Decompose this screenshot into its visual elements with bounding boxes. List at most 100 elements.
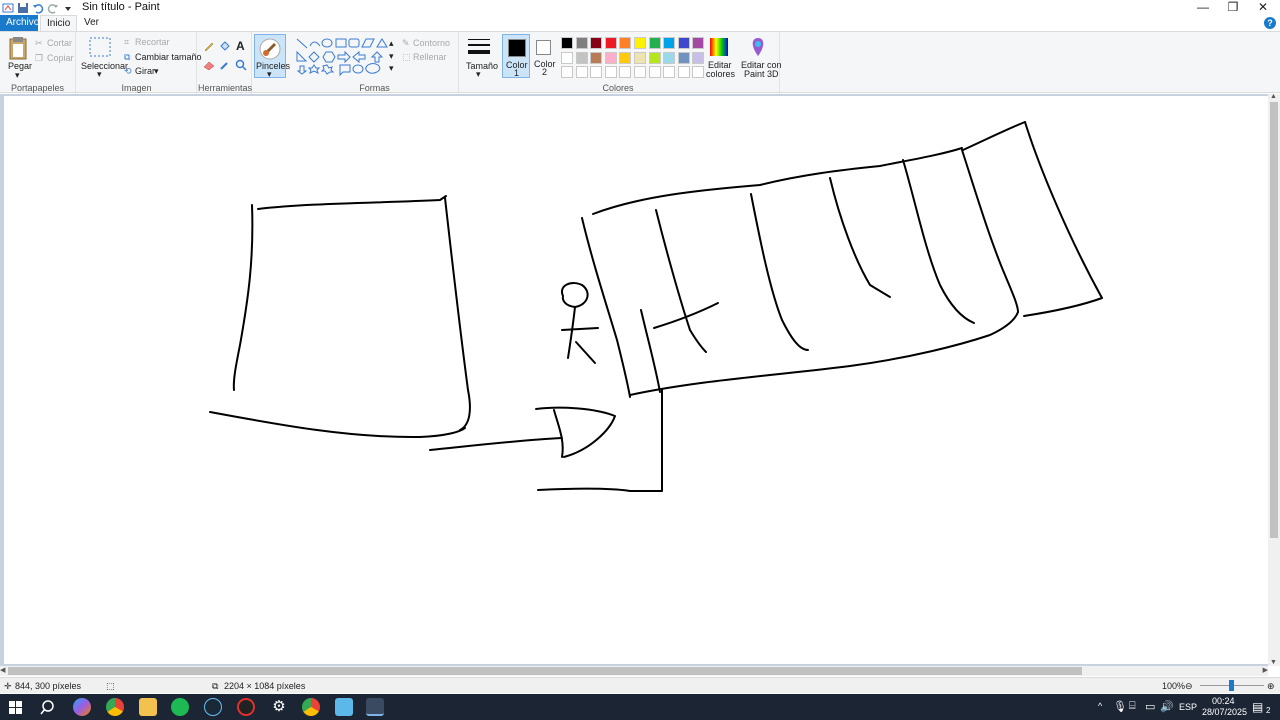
rotate-dropdown-icon[interactable]: ▾ — [154, 66, 159, 77]
palette-swatch[interactable] — [575, 51, 588, 64]
palette-swatch[interactable] — [604, 66, 617, 78]
search-icon[interactable] — [40, 700, 55, 715]
text-icon[interactable]: A — [236, 39, 245, 53]
vertical-scroll-thumb[interactable] — [1270, 102, 1278, 538]
scroll-left-icon[interactable]: ◀ — [0, 666, 5, 674]
scroll-right-icon[interactable]: ▶ — [1263, 666, 1268, 674]
settings-icon[interactable]: ⚙ — [270, 698, 288, 716]
palette-swatch[interactable] — [648, 51, 661, 64]
paste-button[interactable]: Pegar — [8, 61, 32, 71]
scroll-up-icon[interactable]: ▲ — [1270, 93, 1277, 100]
palette-swatch[interactable] — [561, 37, 573, 49]
horizontal-scroll-thumb[interactable] — [8, 667, 1082, 675]
windows-start-icon[interactable] — [9, 701, 22, 714]
save-icon[interactable] — [17, 2, 29, 14]
network-icon[interactable]: ⌸ — [1129, 700, 1136, 713]
drawing-canvas[interactable] — [4, 96, 1268, 664]
chrome-profile-icon[interactable] — [302, 698, 320, 716]
resize-button[interactable]: Cambiar tamaño — [135, 52, 202, 62]
paint-icon[interactable] — [366, 698, 384, 716]
restore-icon[interactable]: ❐ — [1218, 0, 1248, 15]
eraser-icon[interactable] — [203, 59, 215, 71]
palette-swatch[interactable] — [634, 66, 646, 78]
magnifier-icon[interactable] — [235, 59, 247, 71]
copilot-icon[interactable] — [73, 698, 91, 716]
palette-swatch[interactable] — [677, 37, 690, 49]
outline-button[interactable]: Contorno — [413, 38, 450, 48]
volume-icon[interactable]: 🔊 — [1160, 700, 1174, 713]
clock-time[interactable]: 00:24 — [1212, 696, 1235, 706]
palette-swatch[interactable] — [634, 37, 646, 49]
palette-swatch[interactable] — [677, 51, 690, 64]
palette-swatch[interactable] — [619, 37, 632, 49]
minimize-icon[interactable]: — — [1188, 0, 1218, 15]
steam-icon[interactable] — [204, 698, 222, 716]
palette-swatch[interactable] — [575, 66, 588, 78]
palette-swatch[interactable] — [663, 51, 676, 64]
paste-dropdown-icon[interactable]: ▾ — [15, 70, 20, 81]
palette-swatch[interactable] — [692, 51, 705, 64]
palette-swatch[interactable] — [575, 37, 588, 49]
scroll-down-icon[interactable]: ▼ — [1270, 659, 1277, 666]
palette-swatch[interactable] — [648, 37, 661, 49]
shapes-scroll-up-icon[interactable]: ▴ — [389, 38, 394, 49]
horizontal-scrollbar[interactable]: ◀ ▶ — [0, 666, 1268, 676]
customize-icon[interactable] — [62, 2, 74, 14]
palette-swatch[interactable] — [619, 66, 632, 78]
undo-icon[interactable] — [32, 2, 44, 14]
tab-ver[interactable]: Ver — [78, 15, 105, 31]
palette-swatch[interactable] — [634, 51, 646, 64]
palette-swatch[interactable] — [590, 66, 603, 78]
palette-swatch[interactable] — [590, 37, 603, 49]
palette-swatch[interactable] — [604, 51, 617, 64]
color-picker-icon[interactable] — [219, 59, 231, 71]
copy-button[interactable]: Copiar — [47, 53, 74, 63]
zoom-slider-thumb[interactable] — [1229, 680, 1234, 691]
palette-swatch[interactable] — [663, 37, 676, 49]
palette-swatch[interactable] — [561, 51, 573, 64]
palette-swatch[interactable] — [604, 37, 617, 49]
palette-swatch[interactable] — [663, 66, 676, 78]
crop-button[interactable]: Recortar — [135, 37, 170, 47]
palette-swatch[interactable] — [648, 66, 661, 78]
rotate-button[interactable]: Girar — [135, 66, 155, 76]
spotify-icon[interactable] — [171, 698, 189, 716]
fill-icon[interactable] — [219, 40, 231, 52]
pencil-icon[interactable] — [203, 40, 215, 52]
select-dropdown-icon[interactable]: ▾ — [97, 69, 102, 80]
notifications-icon[interactable]: ▤ — [1252, 700, 1263, 714]
palette-swatch[interactable] — [619, 51, 632, 64]
tray-overflow-icon[interactable]: ^ — [1098, 701, 1102, 711]
size-dropdown-icon[interactable]: ▾ — [476, 69, 481, 80]
help-icon[interactable]: ? — [1264, 17, 1276, 29]
color2-button[interactable]: Color 2 — [532, 34, 558, 78]
palette-swatch[interactable] — [692, 37, 705, 49]
app-icon[interactable] — [237, 698, 255, 716]
select-button[interactable]: Seleccionar — [81, 61, 128, 71]
shapes-more-icon[interactable]: ▾ — [389, 63, 394, 74]
redo-icon[interactable] — [47, 2, 59, 14]
file-explorer-icon[interactable] — [139, 698, 157, 716]
clock-date[interactable]: 28/07/2025 — [1202, 707, 1247, 717]
shapes-gallery[interactable] — [296, 38, 388, 78]
language-indicator[interactable]: ESP — [1179, 702, 1197, 712]
close-icon[interactable]: ✕ — [1248, 0, 1278, 15]
notepad-icon[interactable] — [335, 698, 353, 716]
palette-swatch[interactable] — [561, 66, 573, 78]
palette-swatch[interactable] — [590, 51, 603, 64]
tab-archivo[interactable]: Archivo — [0, 15, 39, 31]
vertical-scrollbar[interactable]: ▲ ▼ — [1268, 93, 1280, 666]
cut-button[interactable]: Cortar — [47, 38, 72, 48]
zoom-in-icon[interactable]: ⊕ — [1267, 681, 1275, 692]
zoom-out-icon[interactable]: ⊖ — [1185, 681, 1193, 692]
chrome-icon[interactable] — [106, 698, 124, 716]
palette-swatch[interactable] — [677, 66, 690, 78]
fill-shape-button[interactable]: Rellenar — [413, 52, 447, 62]
display-icon[interactable]: ▭ — [1145, 700, 1155, 713]
microphone-icon[interactable]: 🎙 — [1113, 700, 1127, 713]
tab-inicio[interactable]: Inicio — [40, 15, 78, 31]
color1-button[interactable]: Color 1 — [502, 34, 530, 78]
shapes-scroll-down-icon[interactable]: ▾ — [389, 51, 394, 62]
size-button[interactable]: Tamaño — [466, 61, 498, 71]
palette-swatch[interactable] — [692, 66, 705, 78]
